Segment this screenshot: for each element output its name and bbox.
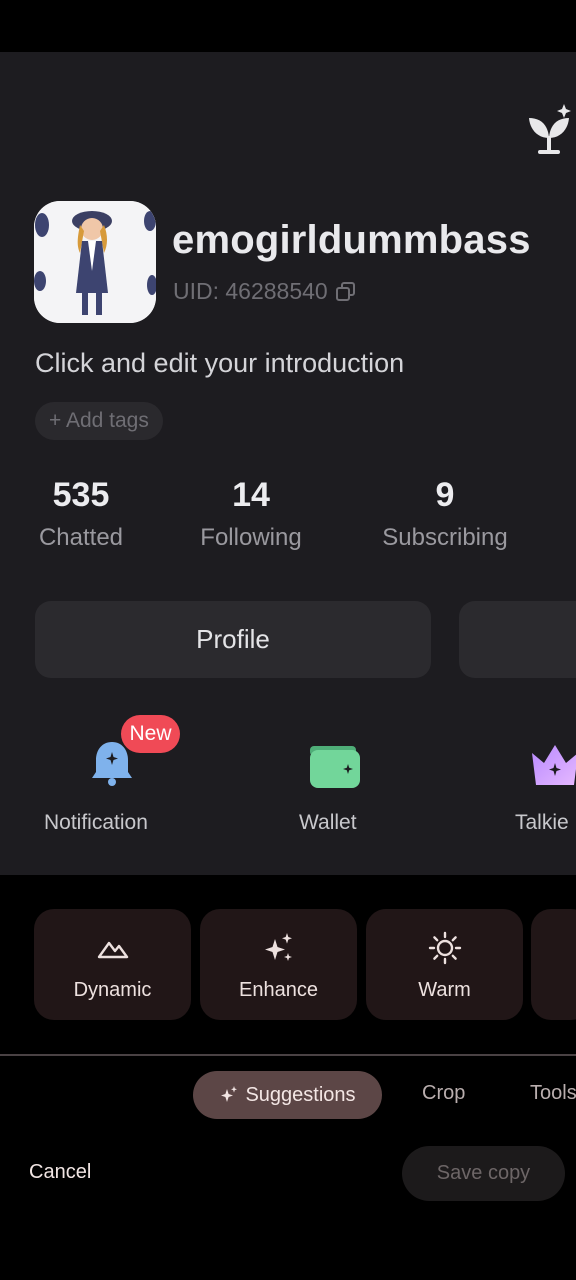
uid-row[interactable]: UID: 46288540 <box>173 278 358 305</box>
new-badge: New <box>121 715 180 753</box>
sparkle-icon <box>221 1086 238 1102</box>
save-copy-button[interactable]: Save copy <box>402 1146 565 1201</box>
sun-icon <box>428 931 461 965</box>
stat-label: Following <box>200 524 302 551</box>
avatar-character-image <box>34 201 156 323</box>
username: emogirldummbass <box>172 218 531 262</box>
tab-crop[interactable]: Crop <box>422 1082 465 1105</box>
crown-icon[interactable] <box>530 741 576 791</box>
add-tags-button[interactable]: + Add tags <box>35 402 163 440</box>
wallet-label: Wallet <box>299 811 357 834</box>
suggestion-label: Enhance <box>239 979 318 1001</box>
tab-suggestions-label: Suggestions <box>245 1083 356 1106</box>
sparkle-icon <box>264 933 292 961</box>
divider <box>0 1054 576 1056</box>
stat-chatted[interactable]: 535 Chatted <box>34 478 128 552</box>
stat-label: Subscribing <box>382 524 508 551</box>
suggestion-label: Dynamic <box>73 979 152 1001</box>
warm-suggestion-button[interactable]: Warm <box>366 909 523 1020</box>
stat-label: Chatted <box>38 524 124 551</box>
introduction-text[interactable]: Click and edit your introduction <box>35 348 404 379</box>
profile-button[interactable]: Profile <box>35 601 431 678</box>
suggestion-label: Warm <box>418 979 471 1001</box>
notification-label: Notification <box>44 811 148 834</box>
add-tags-label: + Add tags <box>49 409 149 432</box>
stat-subscribing[interactable]: 9 Subscribing <box>376 478 514 552</box>
wallet-icon[interactable] <box>308 742 360 790</box>
enhance-suggestion-button[interactable]: Enhance <box>200 909 357 1020</box>
cancel-button[interactable]: Cancel <box>29 1161 91 1184</box>
secondary-action-button[interactable] <box>459 601 576 678</box>
tab-suggestions[interactable]: Suggestions <box>193 1071 382 1119</box>
avatar[interactable] <box>34 201 156 323</box>
talkie-label: Talkie <box>515 811 569 834</box>
status-bar <box>0 0 576 52</box>
tab-tools[interactable]: Tools <box>530 1082 576 1105</box>
stat-following[interactable]: 14 Following <box>194 478 308 552</box>
image-preview <box>0 52 576 875</box>
mountain-icon <box>97 941 128 959</box>
dynamic-suggestion-button[interactable]: Dynamic <box>34 909 191 1020</box>
stat-value: 535 <box>52 476 110 514</box>
stat-value: 14 <box>232 476 270 514</box>
copy-icon[interactable] <box>334 280 358 304</box>
next-suggestion-button[interactable] <box>531 909 576 1020</box>
stat-value: 9 <box>435 476 455 514</box>
plant-icon[interactable] <box>526 104 572 156</box>
uid-text: UID: 46288540 <box>173 278 328 304</box>
